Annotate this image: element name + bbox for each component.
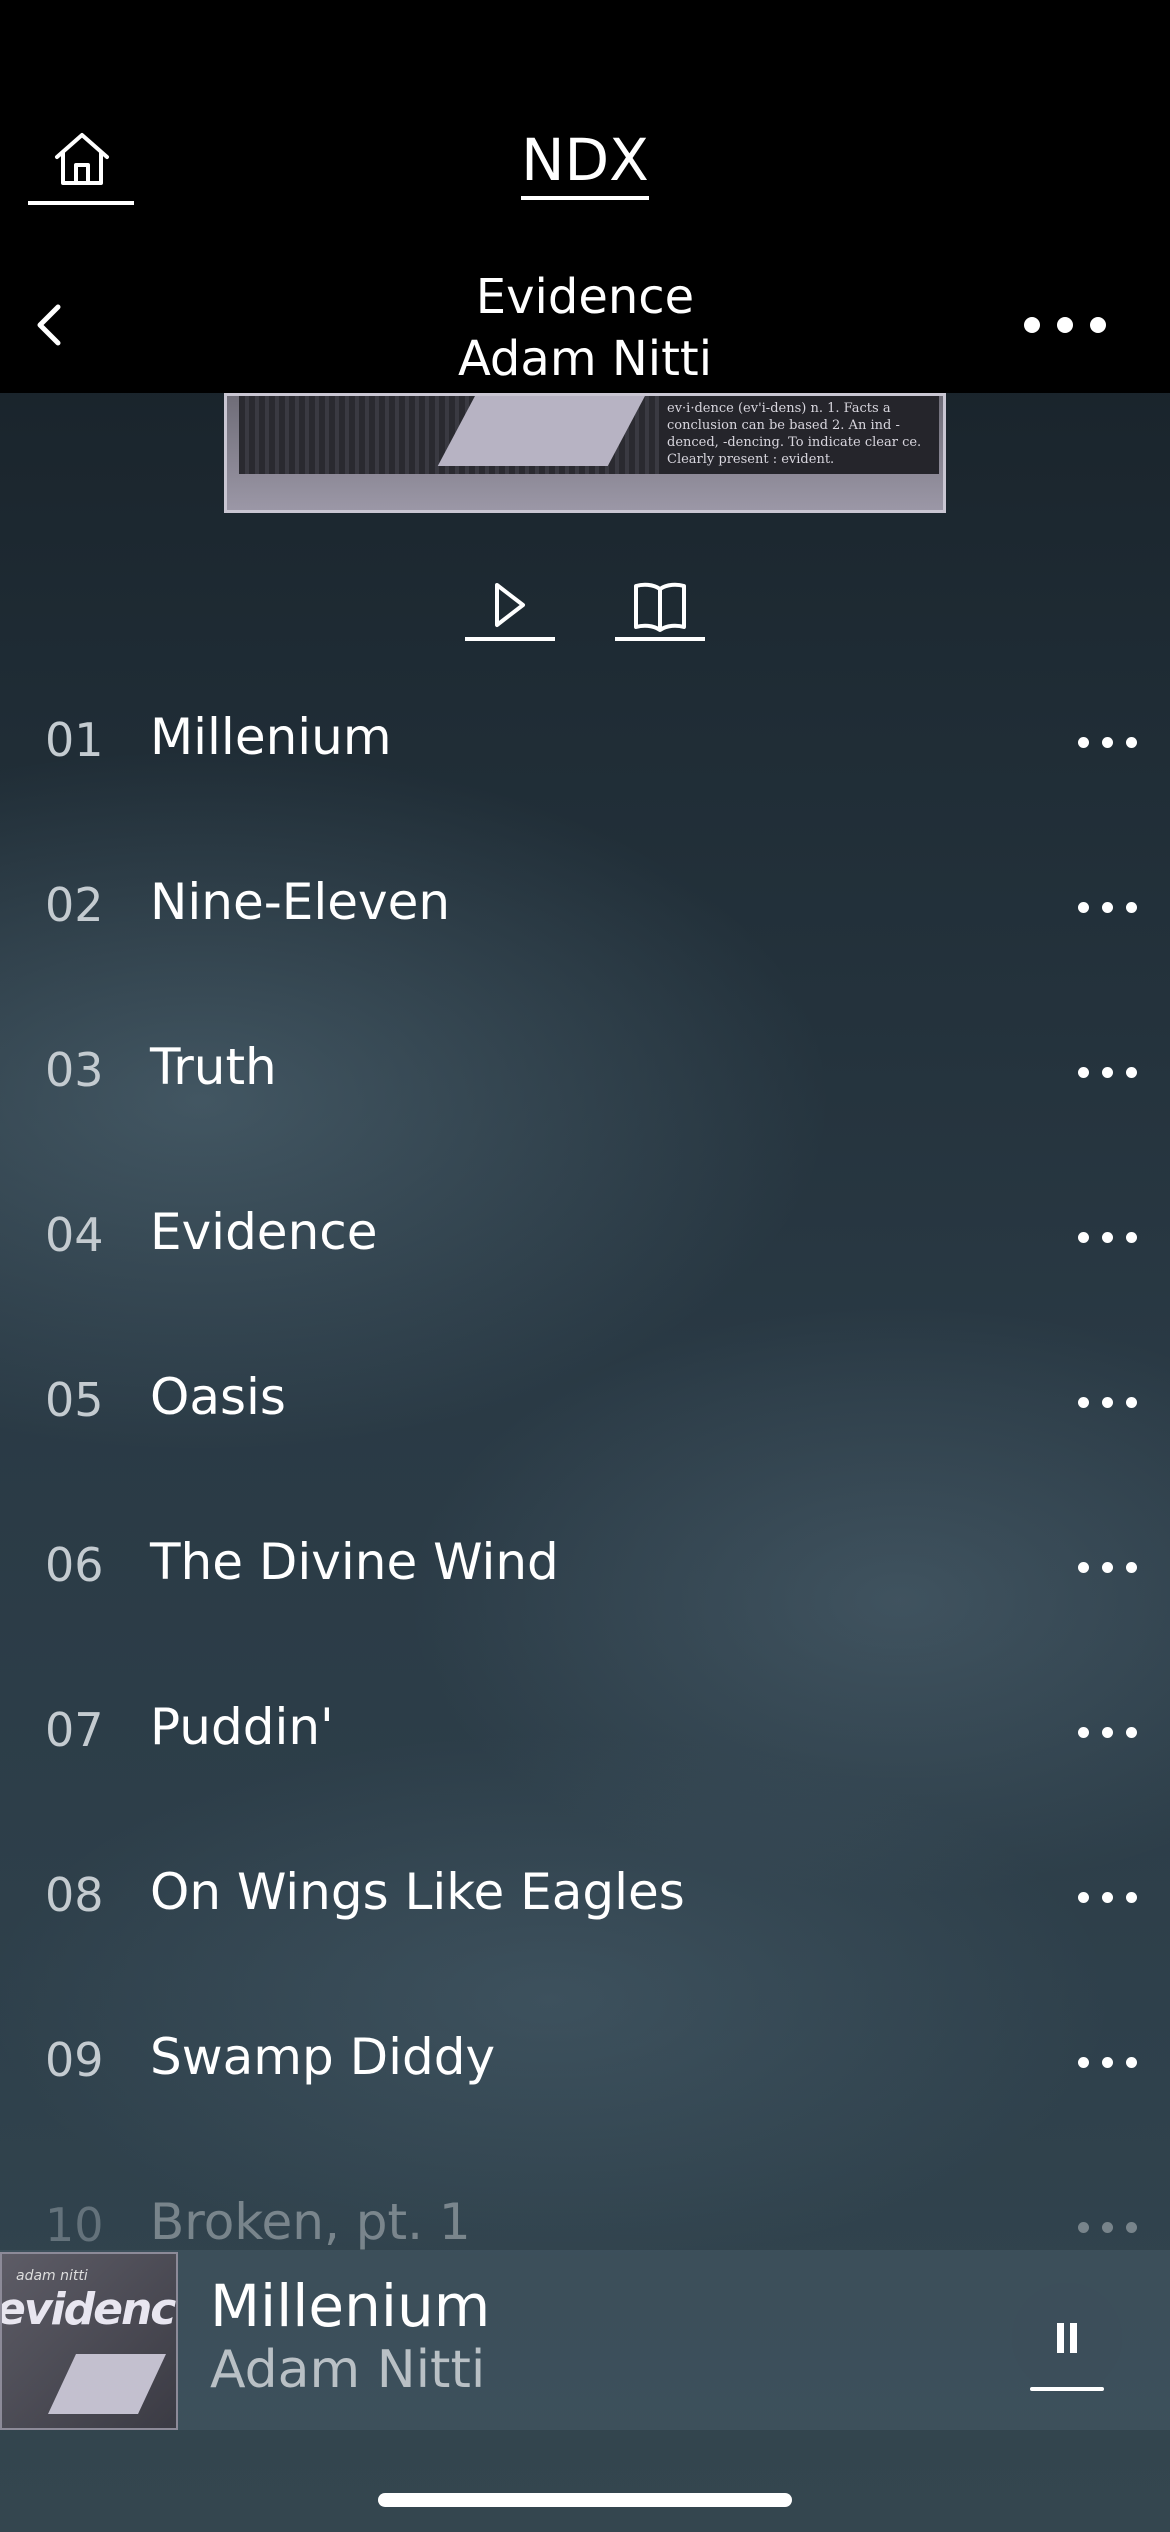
track-title: Broken, pt. 1 bbox=[150, 2193, 471, 2251]
track-number: 03 bbox=[45, 1043, 104, 1097]
track-more-icon[interactable] bbox=[1078, 898, 1138, 918]
track-row[interactable]: 08 On Wings Like Eagles bbox=[0, 1813, 1170, 1978]
track-title: Nine-Eleven bbox=[150, 873, 451, 931]
album-title: Evidence bbox=[475, 269, 695, 325]
track-number: 09 bbox=[45, 2033, 104, 2087]
now-playing-artist[interactable]: Adam Nitti bbox=[210, 2340, 485, 2400]
track-row[interactable]: 01 Millenium bbox=[0, 658, 1170, 823]
track-row[interactable]: 06 The Divine Wind bbox=[0, 1483, 1170, 1648]
play-underline bbox=[465, 637, 555, 641]
track-row[interactable]: 02 Nine-Eleven bbox=[0, 823, 1170, 988]
track-row[interactable]: 07 Puddin' bbox=[0, 1648, 1170, 1813]
track-row[interactable]: 03 Truth bbox=[0, 988, 1170, 1153]
track-more-icon[interactable] bbox=[1078, 1063, 1138, 1083]
play-album-button[interactable] bbox=[465, 575, 555, 641]
track-row[interactable]: 05 Oasis bbox=[0, 1318, 1170, 1483]
track-more-icon[interactable] bbox=[1078, 1393, 1138, 1413]
track-row[interactable]: 09 Swamp Diddy bbox=[0, 1978, 1170, 2143]
artwork-artist-text: adam nitti bbox=[16, 2268, 88, 2284]
track-number: 08 bbox=[45, 1868, 104, 1922]
artwork-logo-text: evidence bbox=[0, 2284, 176, 2335]
track-number: 01 bbox=[45, 713, 104, 767]
track-title: Truth bbox=[150, 1038, 277, 1096]
app-title[interactable]: NDX bbox=[0, 126, 1170, 200]
album-actions bbox=[0, 575, 1170, 645]
track-number: 07 bbox=[45, 1703, 104, 1757]
track-more-icon[interactable] bbox=[1078, 1558, 1138, 1578]
track-title: Puddin' bbox=[150, 1698, 334, 1756]
pause-button[interactable] bbox=[1012, 2283, 1122, 2393]
track-number: 04 bbox=[45, 1208, 104, 1262]
track-more-icon[interactable] bbox=[1078, 1228, 1138, 1248]
cover-dictionary-text: ev·i·dence (ev'i-dens) n. 1. Facts a con… bbox=[659, 396, 939, 474]
track-title: Oasis bbox=[150, 1368, 286, 1426]
home-underline bbox=[28, 201, 134, 205]
track-title: Swamp Diddy bbox=[150, 2028, 496, 2086]
track-more-icon[interactable] bbox=[1078, 1723, 1138, 1743]
track-more-icon[interactable] bbox=[1078, 1888, 1138, 1908]
track-row[interactable]: 04 Evidence bbox=[0, 1153, 1170, 1318]
album-info-button[interactable] bbox=[615, 575, 705, 641]
track-more-icon[interactable] bbox=[1078, 2218, 1138, 2238]
pause-underline bbox=[1030, 2387, 1104, 2391]
track-title: On Wings Like Eagles bbox=[150, 1863, 685, 1921]
now-playing-artwork[interactable]: adam nitti evidence bbox=[0, 2252, 178, 2430]
track-number: 05 bbox=[45, 1373, 104, 1427]
track-title: The Divine Wind bbox=[150, 1533, 559, 1591]
info-underline bbox=[615, 637, 705, 641]
track-number: 06 bbox=[45, 1538, 104, 1592]
track-more-icon[interactable] bbox=[1078, 2053, 1138, 2073]
album-artist: Adam Nitti bbox=[457, 331, 713, 387]
track-more-icon[interactable] bbox=[1078, 733, 1138, 753]
track-number: 10 bbox=[45, 2198, 104, 2252]
track-number: 02 bbox=[45, 878, 104, 932]
now-playing-title[interactable]: Millenium bbox=[210, 2272, 490, 2340]
app-title-text[interactable]: NDX bbox=[521, 126, 649, 200]
album-cover-art: ev·i·dence (ev'i-dens) n. 1. Facts a con… bbox=[224, 393, 946, 513]
play-icon bbox=[495, 583, 525, 627]
track-title: Evidence bbox=[150, 1203, 378, 1261]
book-icon bbox=[634, 582, 686, 632]
track-title: Millenium bbox=[150, 708, 392, 766]
artwork-shape bbox=[48, 2354, 166, 2414]
album-more-button[interactable] bbox=[1020, 300, 1130, 350]
home-indicator[interactable] bbox=[378, 2493, 792, 2507]
more-horizontal-icon bbox=[1024, 317, 1106, 333]
